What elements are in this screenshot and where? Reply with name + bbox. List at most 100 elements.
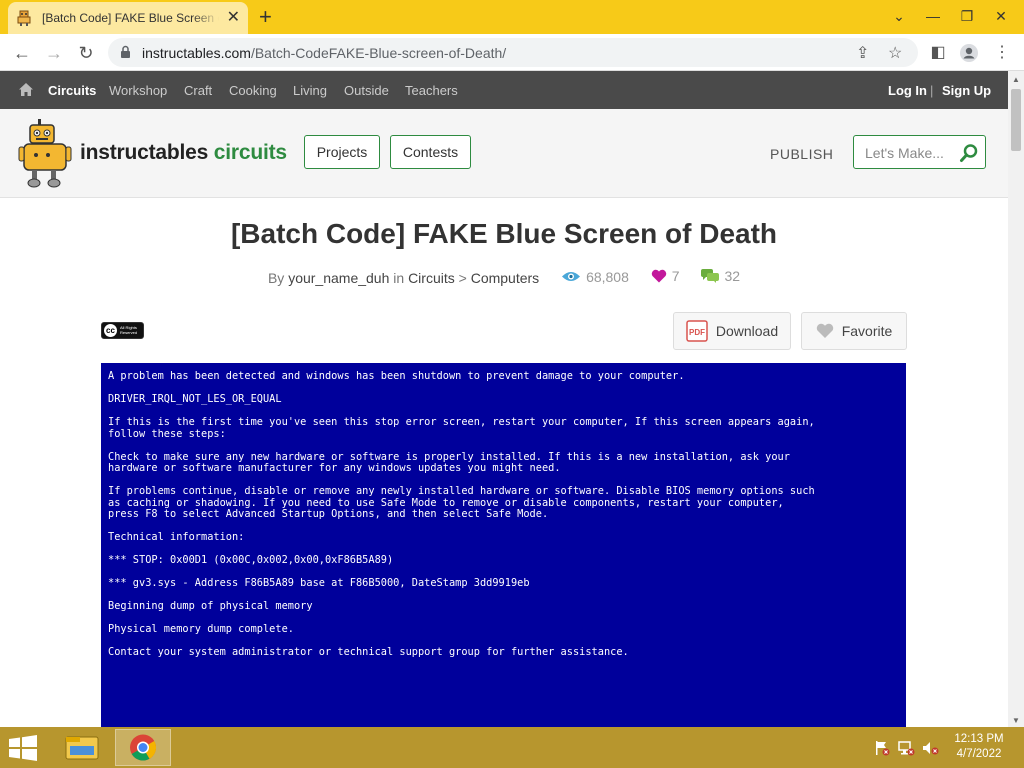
favorites-stat: 7 bbox=[651, 268, 680, 284]
minimize-icon[interactable]: — bbox=[916, 2, 950, 30]
article-title: [Batch Code] FAKE Blue Screen of Death bbox=[230, 218, 778, 249]
instructables-favicon-icon bbox=[16, 10, 32, 26]
breadcrumb-separator: > bbox=[458, 270, 467, 286]
browser-menu-icon[interactable]: ⋮ bbox=[990, 41, 1014, 65]
new-tab-icon[interactable]: + bbox=[259, 6, 272, 28]
views-count: 68,808 bbox=[586, 268, 629, 285]
publish-link[interactable]: PUBLISH bbox=[770, 146, 833, 162]
search-input[interactable]: Let's Make... bbox=[853, 135, 986, 169]
browser-toolbar: ← → ↻ instructables.com/Batch-CodeFAKE-B… bbox=[0, 34, 1024, 71]
scroll-down-icon[interactable]: ▼ bbox=[1012, 716, 1020, 725]
nav-craft[interactable]: Craft bbox=[184, 83, 212, 98]
contests-button[interactable]: Contests bbox=[390, 135, 471, 169]
favorites-count: 7 bbox=[671, 268, 680, 284]
url-text[interactable]: instructables.com/Batch-CodeFAKE-Blue-sc… bbox=[142, 45, 506, 61]
nav-living[interactable]: Living bbox=[293, 83, 327, 98]
restore-icon[interactable]: ❐ bbox=[950, 2, 984, 30]
comment-icon bbox=[701, 269, 720, 283]
views-stat: 68,808 bbox=[561, 269, 629, 285]
bsod-line: If problems continue, disable or remove … bbox=[108, 485, 815, 520]
lock-icon[interactable] bbox=[120, 45, 131, 64]
comments-count: 32 bbox=[724, 268, 741, 284]
site-header: instructables circuits Projects Contests… bbox=[0, 109, 1008, 198]
profile-avatar-icon[interactable] bbox=[957, 41, 981, 65]
category-nav: Circuits Workshop Craft Cooking Living O… bbox=[0, 71, 1008, 109]
favorite-label: Favorite bbox=[841, 323, 893, 339]
bookmark-star-icon[interactable]: ☆ bbox=[888, 43, 902, 63]
action-center-flag-icon[interactable] bbox=[874, 740, 890, 761]
nav-teachers[interactable]: Teachers bbox=[405, 83, 458, 98]
subcategory-link[interactable]: Computers bbox=[471, 270, 539, 286]
download-label: Download bbox=[715, 323, 779, 339]
logo-sub: circuits bbox=[213, 141, 287, 164]
reload-icon[interactable]: ↻ bbox=[74, 41, 98, 65]
download-button[interactable]: PDF Download bbox=[673, 312, 791, 350]
license-text: All Rights Reserved bbox=[120, 325, 138, 335]
projects-button[interactable]: Projects bbox=[304, 135, 380, 169]
close-window-icon[interactable]: ✕ bbox=[984, 2, 1018, 30]
window-controls: ⌄ — ❐ ✕ bbox=[882, 2, 1018, 30]
scroll-up-icon[interactable]: ▲ bbox=[1012, 75, 1020, 84]
by-label: By bbox=[267, 270, 285, 286]
bsod-line: Technical information: bbox=[108, 531, 245, 543]
license-badge[interactable]: cc All Rights Reserved bbox=[101, 322, 144, 339]
bsod-image: A problem has been detected and windows … bbox=[101, 363, 906, 727]
address-bar[interactable]: instructables.com/Batch-CodeFAKE-Blue-sc… bbox=[108, 38, 918, 67]
chrome-taskbar-icon[interactable] bbox=[115, 729, 171, 766]
search-placeholder: Let's Make... bbox=[865, 145, 944, 161]
instructables-robot-logo[interactable] bbox=[18, 117, 76, 194]
url-path: /Batch-CodeFAKE-Blue-screen-of-Death/ bbox=[250, 45, 507, 61]
site-logo-text[interactable]: instructables circuits bbox=[80, 141, 287, 165]
article-byline: By your_name_duh in Circuits > Computers… bbox=[0, 268, 1008, 286]
home-icon[interactable] bbox=[18, 82, 34, 102]
logo-main: instructables bbox=[80, 141, 209, 164]
web-page: Circuits Workshop Craft Cooking Living O… bbox=[0, 71, 1008, 727]
nav-cooking[interactable]: Cooking bbox=[229, 83, 277, 98]
bsod-line: Check to make sure any new hardware or s… bbox=[108, 450, 790, 474]
search-icon[interactable] bbox=[959, 143, 979, 168]
license-cc-mark: cc bbox=[104, 324, 117, 337]
windows-taskbar: 12:13 PM 4/7/2022 bbox=[0, 727, 1024, 768]
nav-workshop[interactable]: Workshop bbox=[109, 83, 167, 98]
url-domain: instructables.com bbox=[142, 45, 251, 61]
nav-circuits[interactable]: Circuits bbox=[48, 83, 96, 98]
pdf-icon: PDF bbox=[686, 320, 708, 342]
bsod-line: *** gv3.sys - Address F86B5A89 base at F… bbox=[108, 577, 530, 589]
bsod-line: Contact your system administrator or tec… bbox=[108, 646, 629, 658]
author-link[interactable]: your_name_duh bbox=[288, 270, 389, 286]
network-icon[interactable] bbox=[898, 740, 916, 761]
windows-start-icon[interactable] bbox=[8, 735, 38, 766]
heart-icon bbox=[651, 269, 666, 283]
comments-stat: 32 bbox=[701, 268, 740, 284]
bsod-line: DRIVER_IRQL_NOT_LES_OR_EQUAL bbox=[108, 393, 282, 405]
clock-time: 12:13 PM bbox=[954, 733, 1004, 745]
bsod-line: If this is the first time you've seen th… bbox=[108, 416, 815, 440]
tab-title: [Batch Code] FAKE Blue Screen of Death bbox=[42, 11, 219, 25]
signup-link[interactable]: Sign Up bbox=[942, 83, 991, 98]
nav-outside[interactable]: Outside bbox=[344, 83, 389, 98]
in-label: in bbox=[393, 270, 405, 286]
bsod-line: Physical memory dump complete. bbox=[108, 623, 294, 635]
pdf-icon-label: PDF bbox=[689, 328, 705, 337]
heart-outline-icon bbox=[816, 323, 833, 338]
bsod-line: A problem has been detected and windows … bbox=[108, 370, 685, 382]
bsod-line: Beginning dump of physical memory bbox=[108, 600, 313, 612]
auth-separator: | bbox=[930, 83, 934, 98]
clock-date: 4/7/2022 bbox=[956, 748, 1002, 760]
tab-close-icon[interactable]: ✕ bbox=[227, 10, 240, 26]
back-icon[interactable]: ← bbox=[10, 41, 34, 65]
favorite-button[interactable]: Favorite bbox=[801, 312, 907, 350]
file-explorer-taskbar-icon[interactable] bbox=[54, 729, 110, 766]
scrollbar-thumb[interactable] bbox=[1011, 89, 1021, 151]
taskbar-clock[interactable]: 12:13 PM 4/7/2022 bbox=[944, 732, 1014, 762]
browser-tab-active[interactable]: [Batch Code] FAKE Blue Screen of Death ✕ bbox=[8, 2, 248, 34]
page-scrollbar[interactable]: ▲ ▼ bbox=[1008, 71, 1024, 727]
forward-icon[interactable]: → bbox=[42, 41, 66, 65]
eye-icon bbox=[562, 272, 581, 281]
chevron-down-icon[interactable]: ⌄ bbox=[882, 2, 916, 30]
side-panel-icon[interactable]: ◧ bbox=[926, 41, 950, 65]
volume-muted-icon[interactable] bbox=[922, 740, 940, 761]
login-link[interactable]: Log In bbox=[888, 83, 927, 98]
share-icon[interactable]: ⇪ bbox=[856, 43, 869, 63]
category-link[interactable]: Circuits bbox=[408, 270, 455, 286]
